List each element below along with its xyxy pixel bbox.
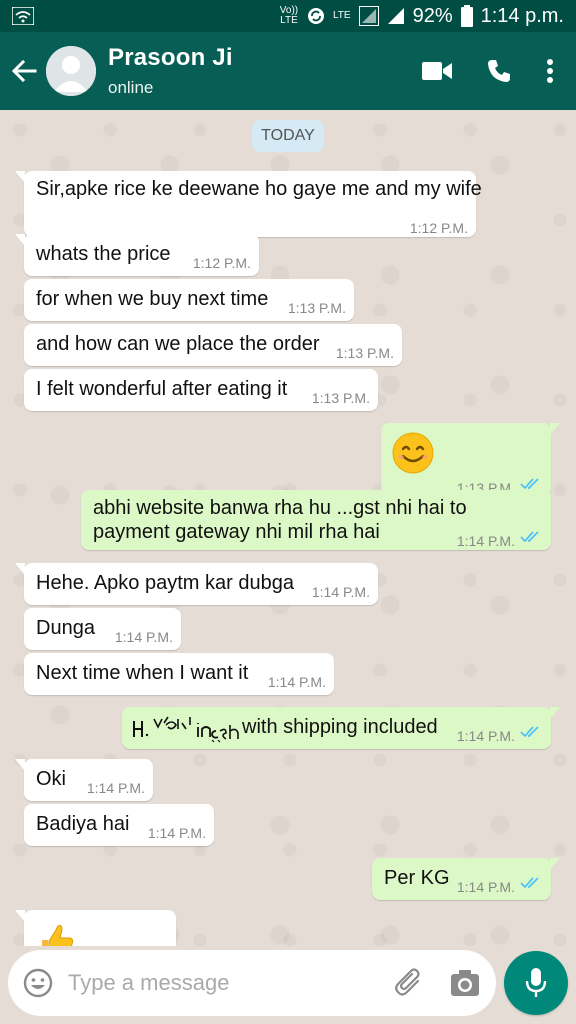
signal-icon [358,6,379,26]
back-button[interactable] [2,32,46,110]
more-vertical-icon[interactable] [546,58,554,84]
message-incoming[interactable]: Badiya hai 1:14 P.M. [24,804,214,846]
chat-header: Prasoon Ji online [0,32,576,110]
wifi-icon [12,7,34,25]
message-text: Dunga [36,617,95,639]
message-time: 1:14 P.M. [86,780,145,796]
paperclip-icon[interactable] [394,967,426,999]
camera-icon[interactable] [450,969,480,997]
message-incoming[interactable]: Sir,apke rice ke deewane ho gaye me and … [15,171,482,237]
contact-status: online [108,78,154,97]
message-outgoing[interactable]: Per KG 1:14 P.M. [372,858,560,900]
read-receipt-icon [520,531,539,543]
message-time: 1:12 P.M. [409,220,468,236]
message-text: Sir,apke rice ke deewane ho gaye me and … [36,178,482,200]
read-receipt-icon [520,877,539,889]
battery-icon [460,5,473,27]
message-incoming[interactable]: Hehe. Apko paytm kar dubga 1:14 P.M. [15,563,378,605]
message-input[interactable]: Type a message [68,970,394,996]
status-time: 1:14 p.m. [480,4,564,27]
message-time: 1:14 P.M. [267,674,326,690]
message-incoming[interactable] [15,910,176,946]
voice-record-button[interactable] [504,951,568,1015]
message-incoming[interactable]: I felt wonderful after eating it 1:13 P.… [24,369,378,411]
read-receipt-icon [520,726,539,738]
sync-icon [307,8,324,24]
message-composer[interactable]: Type a message [8,950,496,1016]
message-incoming[interactable]: Dunga 1:14 P.M. [24,608,181,650]
read-receipt-icon [520,478,539,490]
smiling-face-emoji-icon [392,432,434,474]
garbled-text-glyphs [133,716,239,743]
message-incoming[interactable]: Oki 1:14 P.M. [15,759,153,801]
message-time: 1:14 P.M. [311,584,370,600]
message-text: Per KG [384,867,450,889]
contact-name: Prasoon Ji [108,44,233,71]
message-text: Badiya hai [36,813,130,835]
status-bar: Vo)) LTE LTE 92% 1:14 p.m. [0,0,576,32]
message-outgoing[interactable]: abhi website banwa rha hu ...gst nhi hai… [81,490,551,550]
date-chip: TODAY [252,120,324,152]
message-text-line: payment gateway nhi mil rha hai [93,521,380,543]
message-text: Hehe. Apko paytm kar dubga [36,572,294,594]
message-time: 1:12 P.M. [192,255,251,271]
message-time: 1:13 P.M. [311,390,370,406]
message-time: 1:14 P.M. [456,533,515,549]
volte-indicator: Vo)) LTE [279,5,299,26]
microphone-icon [525,968,547,997]
message-text: I felt wonderful after eating it [36,378,288,400]
phone-icon[interactable] [486,58,512,84]
signal-secondary-icon [387,8,404,24]
message-text: Next time when I want it [36,662,249,684]
message-incoming[interactable]: and how can we place the order 1:13 P.M. [24,324,402,366]
message-text-line: abhi website banwa rha hu ...gst nhi hai… [93,497,467,519]
message-time: 1:14 P.M. [456,728,515,744]
emoji-icon[interactable] [22,967,54,999]
message-outgoing[interactable]: 1:13 P.M. [381,423,560,497]
message-text: and how can we place the order [36,333,320,355]
avatar[interactable] [46,46,96,96]
message-text: Oki [36,768,66,790]
message-text: for when we buy next time [36,288,269,310]
battery-percent: 92% [412,4,453,27]
message-outgoing[interactable]: with shipping included 1:14 P.M. [122,707,560,749]
message-time: 1:14 P.M. [147,825,206,841]
message-incoming[interactable]: whats the price 1:12 P.M. [15,234,259,276]
message-text: with shipping included [242,716,438,738]
message-time: 1:13 P.M. [287,300,346,316]
message-time: 1:14 P.M. [114,629,173,645]
message-incoming[interactable]: Next time when I want it 1:14 P.M. [24,653,334,695]
message-incoming[interactable]: for when we buy next time 1:13 P.M. [24,279,354,321]
message-time: 1:14 P.M. [456,879,515,895]
contact-info[interactable]: Prasoon Ji online [108,44,422,98]
message-time: 1:13 P.M. [335,345,394,361]
default-avatar-icon [46,46,96,96]
thumbs-up-emoji-icon [42,925,74,946]
lte-indicator: LTE [332,10,351,21]
message-list[interactable]: TODAY Sir,apke rice ke deewane ho gaye m… [0,110,576,946]
arrow-left-icon [11,60,37,82]
video-camera-icon[interactable] [422,61,452,81]
message-text: whats the price [36,243,171,265]
